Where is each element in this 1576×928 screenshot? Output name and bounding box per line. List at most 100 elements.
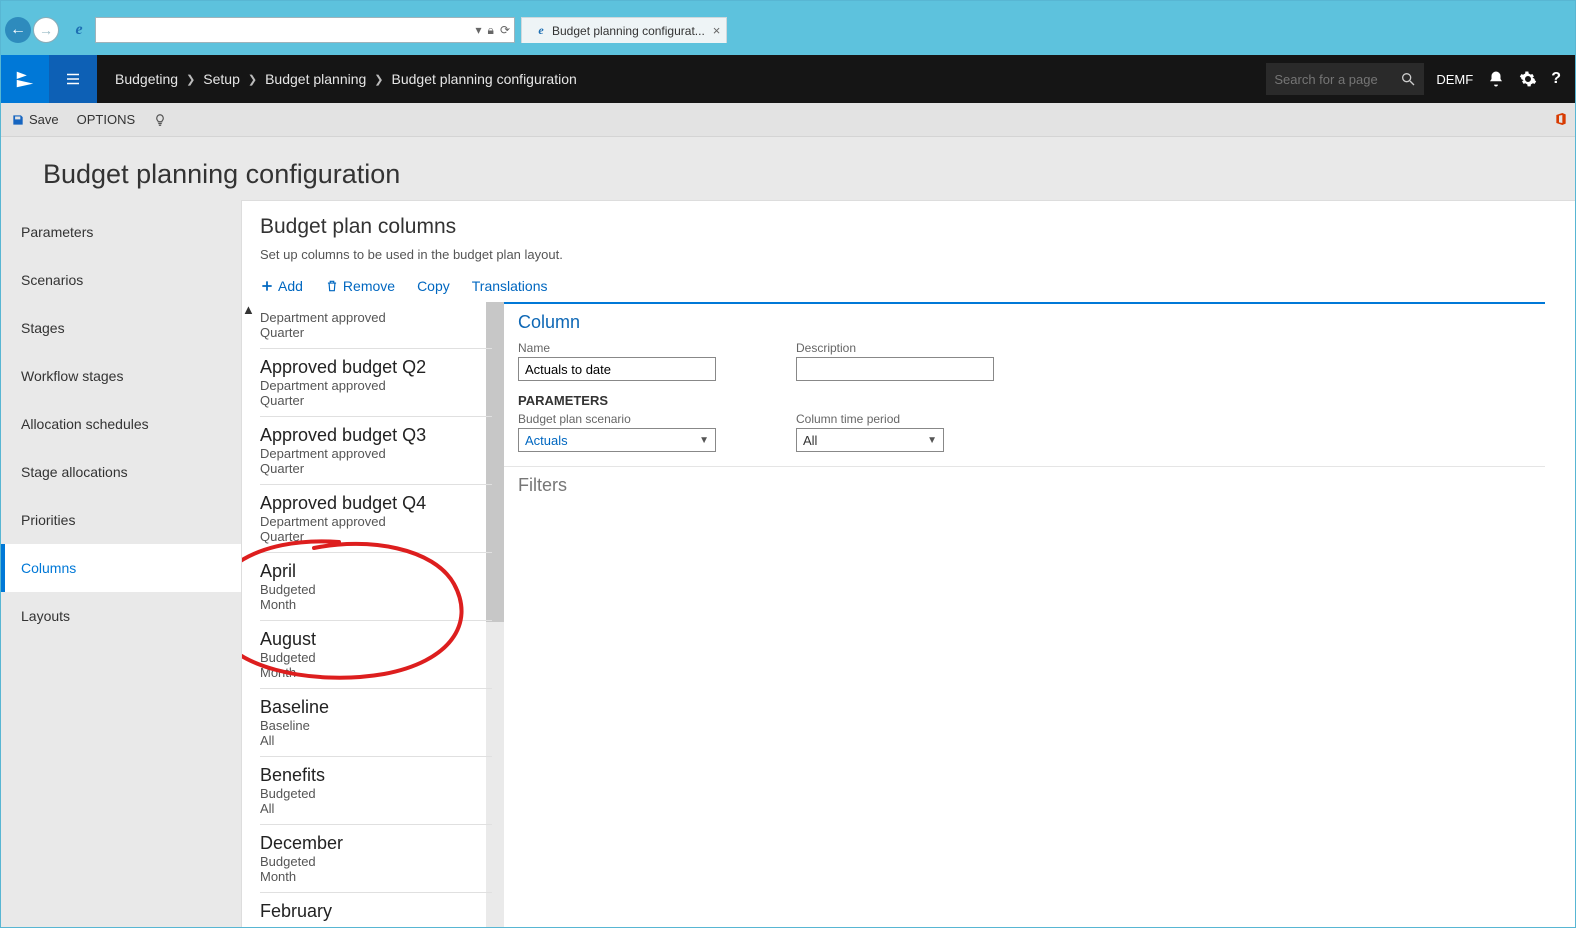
tab-favicon: e xyxy=(534,24,548,38)
breadcrumb-0[interactable]: Budgeting xyxy=(115,71,178,87)
list-item-sub1: Department approved xyxy=(260,378,492,393)
list-item[interactable]: BenefitsBudgetedAll xyxy=(260,757,492,825)
sidenav-item-columns[interactable]: Columns xyxy=(1,544,241,592)
list-item[interactable]: February xyxy=(260,893,492,928)
sidenav-item-layouts[interactable]: Layouts xyxy=(1,592,241,640)
list-item-sub2: Quarter xyxy=(260,529,492,544)
period-select[interactable]: All ▼ xyxy=(796,428,944,452)
list-item-sub1: Budgeted xyxy=(260,786,492,801)
nav-search-input[interactable] xyxy=(1274,72,1394,87)
search-dropdown-icon[interactable]: ▾ xyxy=(476,23,482,38)
page-title: Budget planning configuration xyxy=(43,159,1533,190)
breadcrumb-2[interactable]: Budget planning xyxy=(265,71,366,87)
nav-search[interactable] xyxy=(1266,63,1424,95)
list-item-title: Approved budget Q3 xyxy=(260,425,492,446)
list-item[interactable]: Approved budget Q4Department approvedQua… xyxy=(260,485,492,553)
list-item[interactable]: AprilBudgetedMonth xyxy=(260,553,492,621)
list-item-sub2: Quarter xyxy=(260,325,492,340)
browser-back-button[interactable] xyxy=(5,17,31,43)
remove-button[interactable]: Remove xyxy=(325,278,395,294)
browser-tab[interactable]: e Budget planning configurat... × xyxy=(521,17,727,43)
section-title: Budget plan columns xyxy=(260,215,1557,239)
company-label[interactable]: DEMF xyxy=(1436,72,1473,87)
description-input[interactable] xyxy=(796,357,994,381)
description-field-label: Description xyxy=(796,341,994,355)
list-item-sub2: Quarter xyxy=(260,461,492,476)
action-bar: Save OPTIONS xyxy=(1,103,1575,137)
dynamics-logo[interactable] xyxy=(1,55,49,103)
page-header: Budget planning configuration xyxy=(1,137,1575,200)
list-item-sub1: Department approved xyxy=(260,514,492,529)
trash-icon xyxy=(325,279,339,293)
help-icon[interactable]: ? xyxy=(1551,70,1561,88)
breadcrumbs: Budgeting ❯ Setup ❯ Budget planning ❯ Bu… xyxy=(97,71,577,87)
list-item-sub2: Month xyxy=(260,597,492,612)
copy-button[interactable]: Copy xyxy=(417,278,450,294)
address-tools: ▾ 🔒︎ ⟳ xyxy=(476,23,510,38)
list-item[interactable]: Department approvedQuarter xyxy=(260,302,492,349)
address-input[interactable] xyxy=(100,23,476,37)
browser-chrome: e ▾ 🔒︎ ⟳ e Budget planning configurat...… xyxy=(1,1,1575,55)
sidenav-item-scenarios[interactable]: Scenarios xyxy=(1,256,241,304)
list-item-sub2: Quarter xyxy=(260,393,492,408)
list-item-title: February xyxy=(260,901,492,922)
save-icon xyxy=(11,113,25,127)
detail-section-filters[interactable]: Filters xyxy=(504,466,1545,500)
refresh-icon[interactable]: ⟳ xyxy=(500,23,510,38)
list-item-title: Approved budget Q4 xyxy=(260,493,492,514)
list-item[interactable]: BaselineBaselineAll xyxy=(260,689,492,757)
list-item-title: Approved budget Q2 xyxy=(260,357,492,378)
chevron-right-icon: ❯ xyxy=(248,73,257,86)
list-item[interactable]: Approved budget Q3Department approvedQua… xyxy=(260,417,492,485)
list-item-sub1: Budgeted xyxy=(260,650,492,665)
sidenav-item-workflow-stages[interactable]: Workflow stages xyxy=(1,352,241,400)
list-item-sub2: Month xyxy=(260,869,492,884)
add-button[interactable]: Add xyxy=(260,278,303,294)
settings-icon[interactable] xyxy=(1519,70,1537,88)
list-item-sub2: All xyxy=(260,733,492,748)
period-field-label: Column time period xyxy=(796,412,944,426)
list-item[interactable]: AugustBudgetedMonth xyxy=(260,621,492,689)
list-item-sub2: Month xyxy=(260,665,492,680)
name-input[interactable] xyxy=(518,357,716,381)
chevron-down-icon: ▼ xyxy=(699,435,709,446)
sidenav-item-stages[interactable]: Stages xyxy=(1,304,241,352)
sidenav-item-allocation-schedules[interactable]: Allocation schedules xyxy=(1,400,241,448)
search-icon xyxy=(1400,71,1416,87)
list-item-title: Baseline xyxy=(260,697,492,718)
list-item[interactable]: Approved budget Q2Department approvedQua… xyxy=(260,349,492,417)
columns-list: ▲ Department approvedQuarterApproved bud… xyxy=(242,302,504,928)
breadcrumb-1[interactable]: Setup xyxy=(203,71,240,87)
list-item[interactable]: DecemberBudgetedMonth xyxy=(260,825,492,893)
office-icon[interactable] xyxy=(1553,111,1569,127)
chevron-right-icon: ❯ xyxy=(186,73,195,86)
breadcrumb-3[interactable]: Budget planning configuration xyxy=(392,71,577,87)
notifications-icon[interactable] xyxy=(1487,70,1505,88)
browser-forward-button[interactable] xyxy=(33,17,59,43)
sidenav-item-priorities[interactable]: Priorities xyxy=(1,496,241,544)
column-detail: Column Name Description PARAMETERS xyxy=(504,302,1575,928)
list-item-sub1: Department approved xyxy=(260,310,492,325)
sidenav-item-stage-allocations[interactable]: Stage allocations xyxy=(1,448,241,496)
options-button[interactable]: OPTIONS xyxy=(77,112,136,127)
address-bar[interactable]: ▾ 🔒︎ ⟳ xyxy=(95,17,515,43)
parameters-header: PARAMETERS xyxy=(504,389,1545,408)
section-subtitle: Set up columns to be used in the budget … xyxy=(260,247,1557,262)
list-item-sub1: Budgeted xyxy=(260,854,492,869)
hamburger-menu[interactable] xyxy=(49,55,97,103)
scenario-select[interactable]: Actuals ▼ xyxy=(518,428,716,452)
ie-icon: e xyxy=(67,18,91,42)
scenario-field-label: Budget plan scenario xyxy=(518,412,716,426)
list-item-title: August xyxy=(260,629,492,650)
list-commands: Add Remove Copy Translations xyxy=(242,268,1575,302)
chevron-right-icon: ❯ xyxy=(374,73,383,86)
tab-close-icon[interactable]: × xyxy=(713,23,721,38)
tab-title: Budget planning configurat... xyxy=(552,24,705,38)
save-button[interactable]: Save xyxy=(11,112,59,127)
list-item-sub1: Budgeted xyxy=(260,582,492,597)
sidenav-item-parameters[interactable]: Parameters xyxy=(1,208,241,256)
lock-icon: 🔒︎ xyxy=(488,23,494,38)
detail-section-column[interactable]: Column xyxy=(504,304,1545,337)
lightbulb-icon[interactable] xyxy=(153,113,167,127)
translations-button[interactable]: Translations xyxy=(472,278,548,294)
